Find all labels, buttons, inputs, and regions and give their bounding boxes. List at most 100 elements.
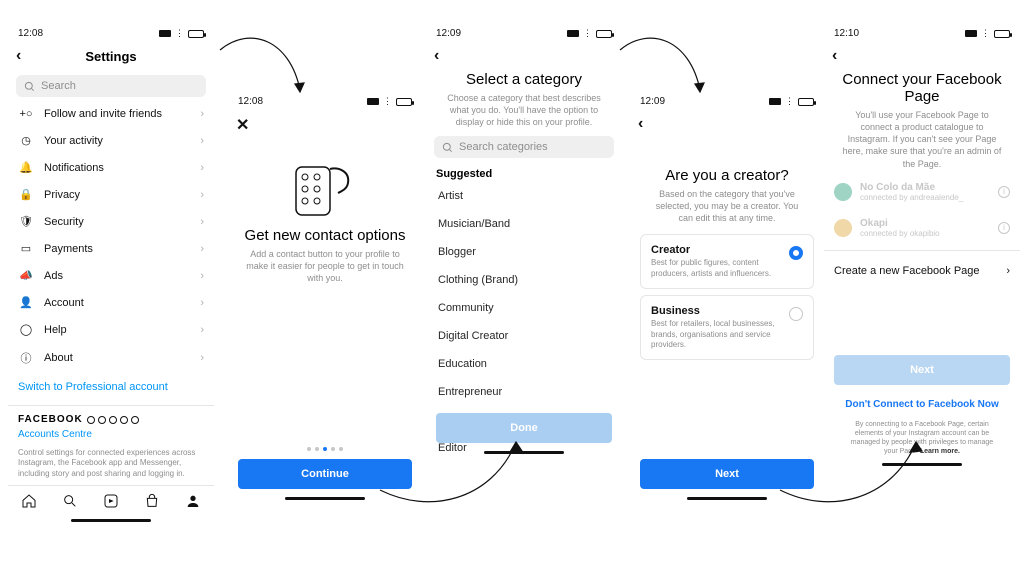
app-icon xyxy=(120,416,128,424)
chevron-right-icon: › xyxy=(200,324,204,336)
status-bar: 12:09 ⋮ xyxy=(426,24,622,41)
avatar xyxy=(834,219,852,237)
search-input[interactable]: Search xyxy=(16,75,206,97)
chevron-right-icon: › xyxy=(200,135,204,147)
tab-search[interactable] xyxy=(61,492,79,510)
back-button[interactable]: ‹ xyxy=(16,47,36,65)
info-icon[interactable]: i xyxy=(998,186,1010,198)
wifi-icon: ⋮ xyxy=(785,96,794,107)
back-button[interactable]: ‹ xyxy=(638,115,658,133)
category-item[interactable]: Blogger xyxy=(426,238,622,266)
battery-icon xyxy=(798,98,814,106)
tab-home[interactable] xyxy=(20,492,38,510)
settings-item-about[interactable]: ⓘAbout› xyxy=(8,343,214,373)
screen-subtitle: You'll use your Facebook Page to connect… xyxy=(824,105,1020,174)
info-icon[interactable]: i xyxy=(998,222,1010,234)
signal-icon xyxy=(567,30,579,37)
switch-professional-link[interactable]: Switch to Professional account xyxy=(8,373,214,401)
chevron-right-icon: › xyxy=(200,189,204,201)
divider xyxy=(8,405,214,406)
card-icon: ▭ xyxy=(18,242,34,255)
chevron-right-icon: › xyxy=(1006,265,1010,277)
battery-icon xyxy=(396,98,412,106)
battery-icon xyxy=(188,30,204,38)
contact-illustration xyxy=(290,159,360,219)
category-item[interactable]: Clothing (Brand) xyxy=(426,266,622,294)
page-row[interactable]: Okapiconnected by okapibio i xyxy=(824,210,1020,246)
wifi-icon: ⋮ xyxy=(175,28,184,39)
add-person-icon: +○ xyxy=(18,108,34,120)
search-placeholder: Search categories xyxy=(459,141,548,153)
shield-icon: 🛡 xyxy=(18,215,34,228)
home-indicator xyxy=(882,463,962,466)
chevron-right-icon: › xyxy=(200,352,204,364)
close-button[interactable]: ✕ xyxy=(236,115,256,135)
tab-reels[interactable] xyxy=(102,492,120,510)
category-item[interactable]: Community xyxy=(426,294,622,322)
category-item[interactable]: Entrepreneur xyxy=(426,378,622,406)
status-bar: 12:10 ⋮ xyxy=(824,24,1020,41)
screen-title: Are you a creator? xyxy=(630,167,824,184)
home-indicator xyxy=(71,519,151,522)
settings-item-privacy[interactable]: 🔒Privacy› xyxy=(8,181,214,208)
settings-item-notifications[interactable]: 🔔Notifications› xyxy=(8,154,214,181)
status-time: 12:10 xyxy=(834,28,859,39)
screen-subtitle: Add a contact button to your profile to … xyxy=(228,244,422,288)
status-time: 12:09 xyxy=(640,96,665,107)
search-icon xyxy=(442,142,453,153)
footer-note: By connecting to a Facebook Page, certai… xyxy=(824,416,1020,460)
user-icon: 👤 xyxy=(18,296,34,309)
tab-shop[interactable] xyxy=(143,492,161,510)
accounts-centre-description: Control settings for connected experienc… xyxy=(8,448,214,485)
screen-title: Get new contact options xyxy=(228,227,422,244)
chevron-right-icon: › xyxy=(200,243,204,255)
settings-item-payments[interactable]: ▭Payments› xyxy=(8,235,214,262)
page-dots xyxy=(228,447,422,451)
create-page-link[interactable]: Create a new Facebook Page› xyxy=(824,255,1020,287)
header: ‹ xyxy=(824,41,1020,71)
screen-subtitle: Based on the category that you've select… xyxy=(630,184,824,228)
clock-icon: ◷ xyxy=(18,134,34,147)
page-row[interactable]: No Colo da Mãeconnected by andreaalende_… xyxy=(824,174,1020,210)
settings-item-help[interactable]: ◯Help› xyxy=(8,316,214,343)
search-placeholder: Search xyxy=(41,80,76,92)
app-icon xyxy=(98,416,106,424)
chevron-right-icon: › xyxy=(200,216,204,228)
screen-title: Select a category xyxy=(426,71,622,88)
settings-item-ads[interactable]: 📣Ads› xyxy=(8,262,214,289)
category-item[interactable]: Digital Creator xyxy=(426,322,622,350)
tab-profile[interactable] xyxy=(184,492,202,510)
continue-button[interactable]: Continue xyxy=(238,459,412,489)
accounts-centre-link[interactable]: Accounts Centre xyxy=(18,425,204,444)
settings-item-security[interactable]: 🛡Security› xyxy=(8,208,214,235)
search-categories-input[interactable]: Search categories xyxy=(434,136,614,158)
wifi-icon: ⋮ xyxy=(383,96,392,107)
option-business[interactable]: BusinessBest for retailers, local busine… xyxy=(640,295,814,360)
app-icon xyxy=(109,416,117,424)
back-button[interactable]: ‹ xyxy=(832,47,852,65)
chevron-right-icon: › xyxy=(200,297,204,309)
next-button[interactable]: Next xyxy=(834,355,1010,385)
header: ‹ xyxy=(426,41,622,71)
category-item[interactable]: Artist xyxy=(426,182,622,210)
search-icon xyxy=(24,81,35,92)
done-button[interactable]: Done xyxy=(436,413,612,443)
status-time: 12:08 xyxy=(238,96,263,107)
settings-item-account[interactable]: 👤Account› xyxy=(8,289,214,316)
status-bar: 12:09 ⋮ xyxy=(630,92,824,109)
header: ✕ xyxy=(228,109,422,141)
screen-creator-type: 12:09 ⋮ ‹ Are you a creator? Based on th… xyxy=(630,92,824,512)
app-icon xyxy=(131,416,139,424)
settings-item-activity[interactable]: ◷Your activity› xyxy=(8,127,214,154)
category-item[interactable]: Musician/Band xyxy=(426,210,622,238)
settings-item-follow[interactable]: +○Follow and invite friends› xyxy=(8,101,214,127)
next-button[interactable]: Next xyxy=(640,459,814,489)
back-button[interactable]: ‹ xyxy=(434,47,454,65)
skip-link[interactable]: Don't Connect to Facebook Now xyxy=(824,393,1020,416)
option-creator[interactable]: CreatorBest for public figures, content … xyxy=(640,234,814,289)
category-item[interactable]: Education xyxy=(426,350,622,378)
page-title: Settings xyxy=(8,49,214,64)
learn-more-link[interactable]: Learn more. xyxy=(920,448,960,455)
screen-contact-options: 12:08 ⋮ ✕ Get new contact options Add a … xyxy=(228,92,422,512)
screen-title: Connect your Facebook Page xyxy=(824,71,1020,105)
